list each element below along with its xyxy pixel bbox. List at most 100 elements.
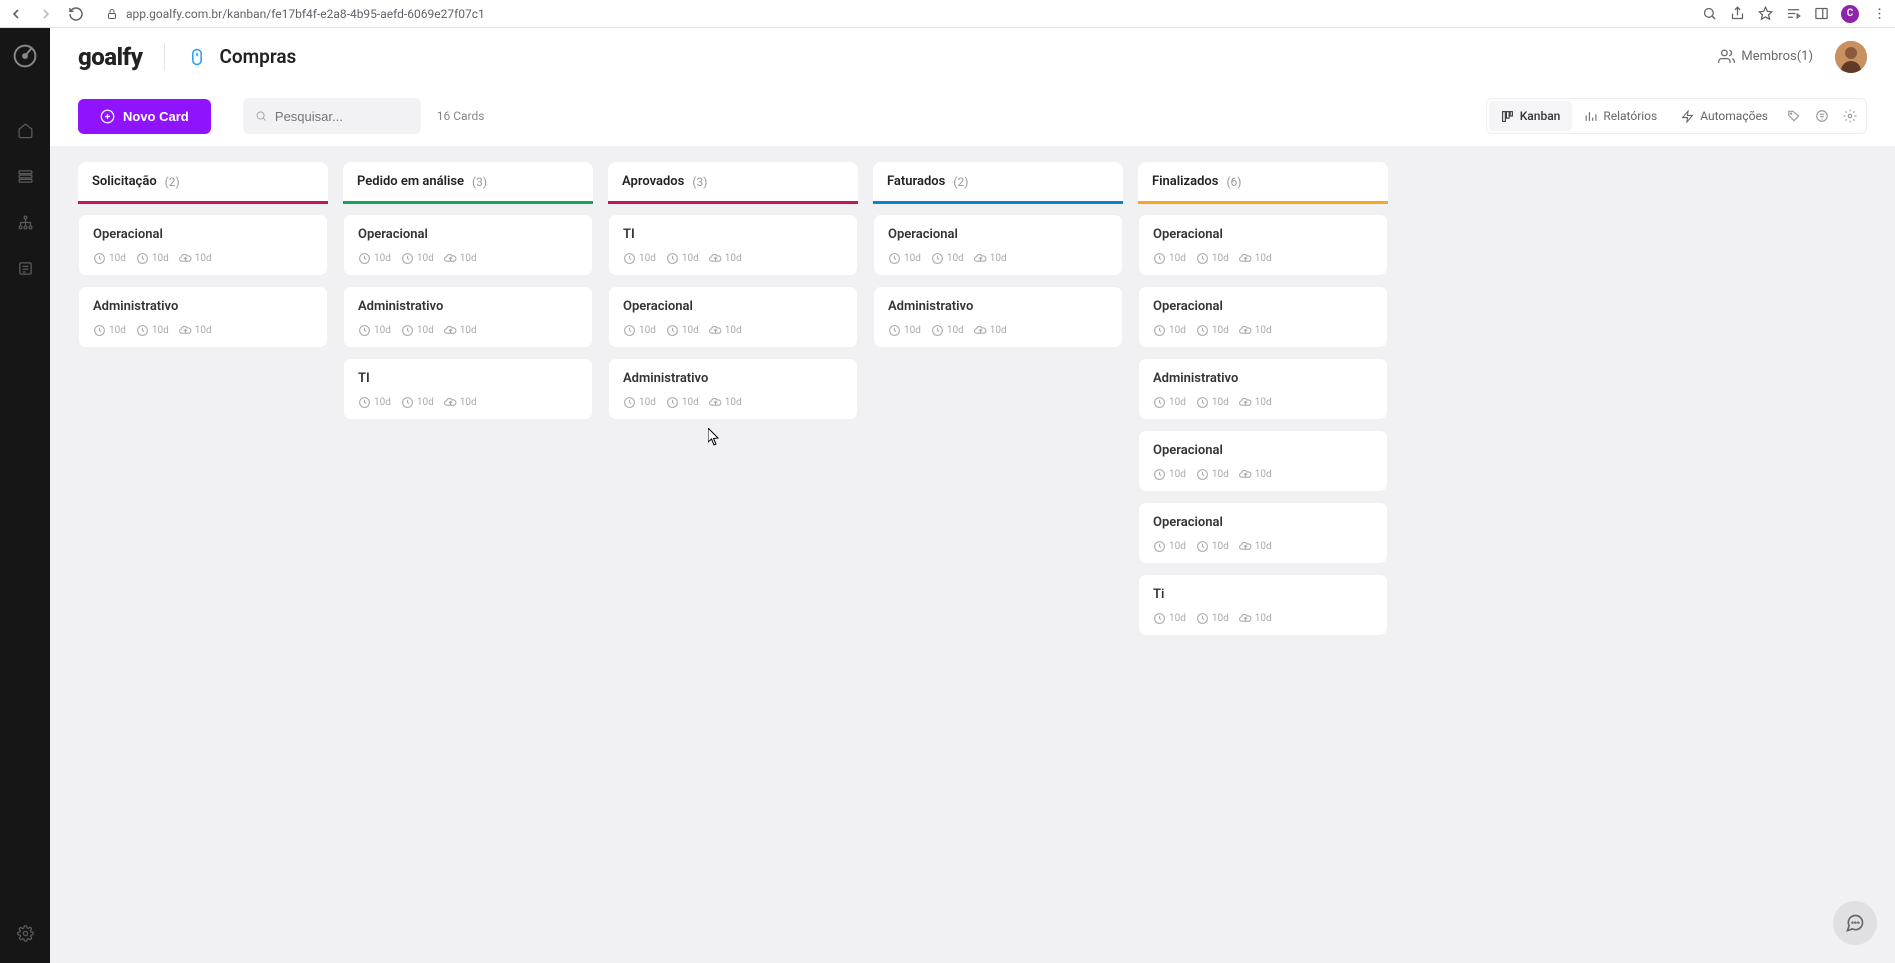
meta-item: 10d (358, 252, 391, 265)
kanban-card[interactable]: Operacional10d10d10d (873, 214, 1123, 276)
kanban-column: Pedido em análise(3)Operacional10d10d10d… (343, 162, 593, 764)
meta-item: 10d (1196, 396, 1229, 409)
members-button[interactable]: Membros(1) (1708, 42, 1823, 71)
kanban-card[interactable]: Administrativo 10d10d10d (608, 358, 858, 420)
article-icon[interactable] (5, 248, 45, 288)
column-header[interactable]: Aprovados (3) (608, 162, 858, 204)
kanban-card[interactable]: Operacional10d10d10d (1138, 286, 1388, 348)
zoom-icon[interactable] (1701, 6, 1717, 22)
back-button[interactable] (8, 6, 24, 22)
chat-fab[interactable] (1833, 901, 1877, 945)
divider (164, 43, 165, 71)
kanban-card[interactable]: Operacional 10d10d10d (1138, 214, 1388, 276)
card-title: Administrativo (623, 371, 843, 386)
meta-item: 10d (1239, 540, 1272, 553)
mouse-icon (187, 47, 207, 67)
card-meta: 10d10d10d (623, 252, 843, 265)
meta-item: 10d (623, 396, 656, 409)
meta-item: 10d (931, 324, 964, 337)
playlist-icon[interactable] (1785, 6, 1801, 22)
column-body[interactable]: Operacional10d10d10dAdministrativo10d10d… (343, 204, 593, 764)
top-header: goalfy Compras Membros(1) (50, 28, 1895, 86)
user-avatar[interactable] (1835, 41, 1867, 73)
database-icon[interactable] (5, 156, 45, 196)
menu-icon[interactable] (1871, 6, 1887, 22)
filter-icon[interactable] (1808, 102, 1836, 130)
plus-circle-icon (100, 109, 115, 124)
tab-kanban-label: Kanban (1520, 109, 1561, 123)
forward-button[interactable] (38, 6, 54, 22)
column-count: (3) (692, 175, 707, 189)
orgchart-icon[interactable] (5, 202, 45, 242)
card-count: 16 Cards (437, 109, 485, 123)
card-meta: 10d10d10d (623, 396, 843, 409)
kanban-card[interactable]: Operacional10d10d10d (608, 286, 858, 348)
meta-item: 10d (1239, 468, 1272, 481)
card-meta: 10d10d10d (1153, 252, 1373, 265)
search-wrap[interactable] (243, 98, 421, 134)
kanban-card[interactable]: Administrativo10d10d10d (1138, 358, 1388, 420)
card-meta: 10d10d10d (358, 324, 578, 337)
meta-item: 10d (401, 324, 434, 337)
kanban-card[interactable]: Administrativo10d10d10d (343, 286, 593, 348)
kanban-card[interactable]: Operacional10d10d10d (343, 214, 593, 276)
kanban-card[interactable]: Operacional10d10d10d (78, 214, 328, 276)
column-header[interactable]: Solicitação(2) (78, 162, 328, 204)
profile-badge[interactable]: C (1841, 5, 1859, 23)
column-title: Pedido em análise (357, 174, 464, 189)
card-meta: 10d10d10d (93, 252, 313, 265)
column-title: Aprovados (622, 174, 684, 189)
column-body[interactable]: TI10d10d10d Operacional10d10d10d Administr… (608, 204, 858, 764)
tag-icon[interactable] (1780, 102, 1808, 130)
kanban-card[interactable]: Operacional10d10d10d (1138, 502, 1388, 564)
search-input[interactable] (275, 109, 409, 124)
card-meta: 10d10d10d (358, 396, 578, 409)
column-body[interactable]: Operacional10d10d10d Administrativo 10d10d… (873, 204, 1123, 764)
column-header[interactable]: Pedido em análise(3) (343, 162, 593, 204)
kanban-card[interactable]: Administrativo10d10d10d (78, 286, 328, 348)
card-title: Operacional (1153, 443, 1373, 458)
tab-kanban[interactable]: Kanban (1489, 101, 1573, 131)
column-count: (2) (953, 175, 968, 189)
kanban-card[interactable]: Ti10d10d10d (1138, 574, 1388, 636)
kanban-card[interactable]: Administrativo 10d10d10d (873, 286, 1123, 348)
meta-item: 10d (1196, 612, 1229, 625)
card-title: Administrativo (888, 299, 1108, 314)
tab-reports[interactable]: Relatórios (1572, 101, 1669, 131)
kanban-card[interactable]: TI 10d10d10d (343, 358, 593, 420)
card-meta: 10d10d10d (888, 324, 1108, 337)
kanban-column: Solicitação(2) Operacional10d10d10d Admini… (78, 162, 328, 764)
gear-icon[interactable] (1836, 102, 1864, 130)
meta-item: 10d (444, 252, 477, 265)
bolt-icon (1681, 110, 1694, 123)
home-icon[interactable] (5, 110, 45, 150)
page-title: Compras (219, 45, 296, 68)
column-header[interactable]: Faturados(2) (873, 162, 1123, 204)
brand-logo[interactable]: goalfy (78, 43, 142, 71)
address-bar[interactable]: app.goalfy.com.br/kanban/fe17bf4f-e2a8-4… (96, 7, 1689, 21)
new-card-button[interactable]: Novo Card (78, 99, 211, 134)
share-icon[interactable] (1729, 6, 1745, 22)
meta-item: 10d (1196, 468, 1229, 481)
column-body[interactable]: Operacional10d10d10dOperacional10d10d10d… (1138, 204, 1388, 764)
settings-gear-icon[interactable] (5, 913, 45, 953)
card-meta: 10d10d10d (623, 324, 843, 337)
column-body[interactable]: Operacional10d10d10d Administrativo10d10d… (78, 204, 328, 764)
reload-button[interactable] (68, 6, 84, 22)
column-count: (2) (165, 175, 180, 189)
card-title: TI (358, 371, 578, 386)
kanban-card[interactable]: TI10d10d10d (608, 214, 858, 276)
card-meta: 10d10d10d (1153, 468, 1373, 481)
kanban-card[interactable]: Operacional10d10d10d (1138, 430, 1388, 492)
column-title: Finalizados (1152, 174, 1218, 189)
star-icon[interactable] (1757, 6, 1773, 22)
goalfy-logo-icon[interactable] (11, 42, 39, 70)
meta-item: 10d (358, 324, 391, 337)
card-title: Operacional (1153, 227, 1373, 242)
tab-automations[interactable]: Automações (1669, 101, 1780, 131)
column-header[interactable]: Finalizados(6) (1138, 162, 1388, 204)
panel-icon[interactable] (1813, 6, 1829, 22)
meta-item: 10d (1196, 252, 1229, 265)
kanban-board: Solicitação(2)Operacional10d10d10dAdmini… (78, 162, 1867, 764)
card-title: Operacional (358, 227, 578, 242)
